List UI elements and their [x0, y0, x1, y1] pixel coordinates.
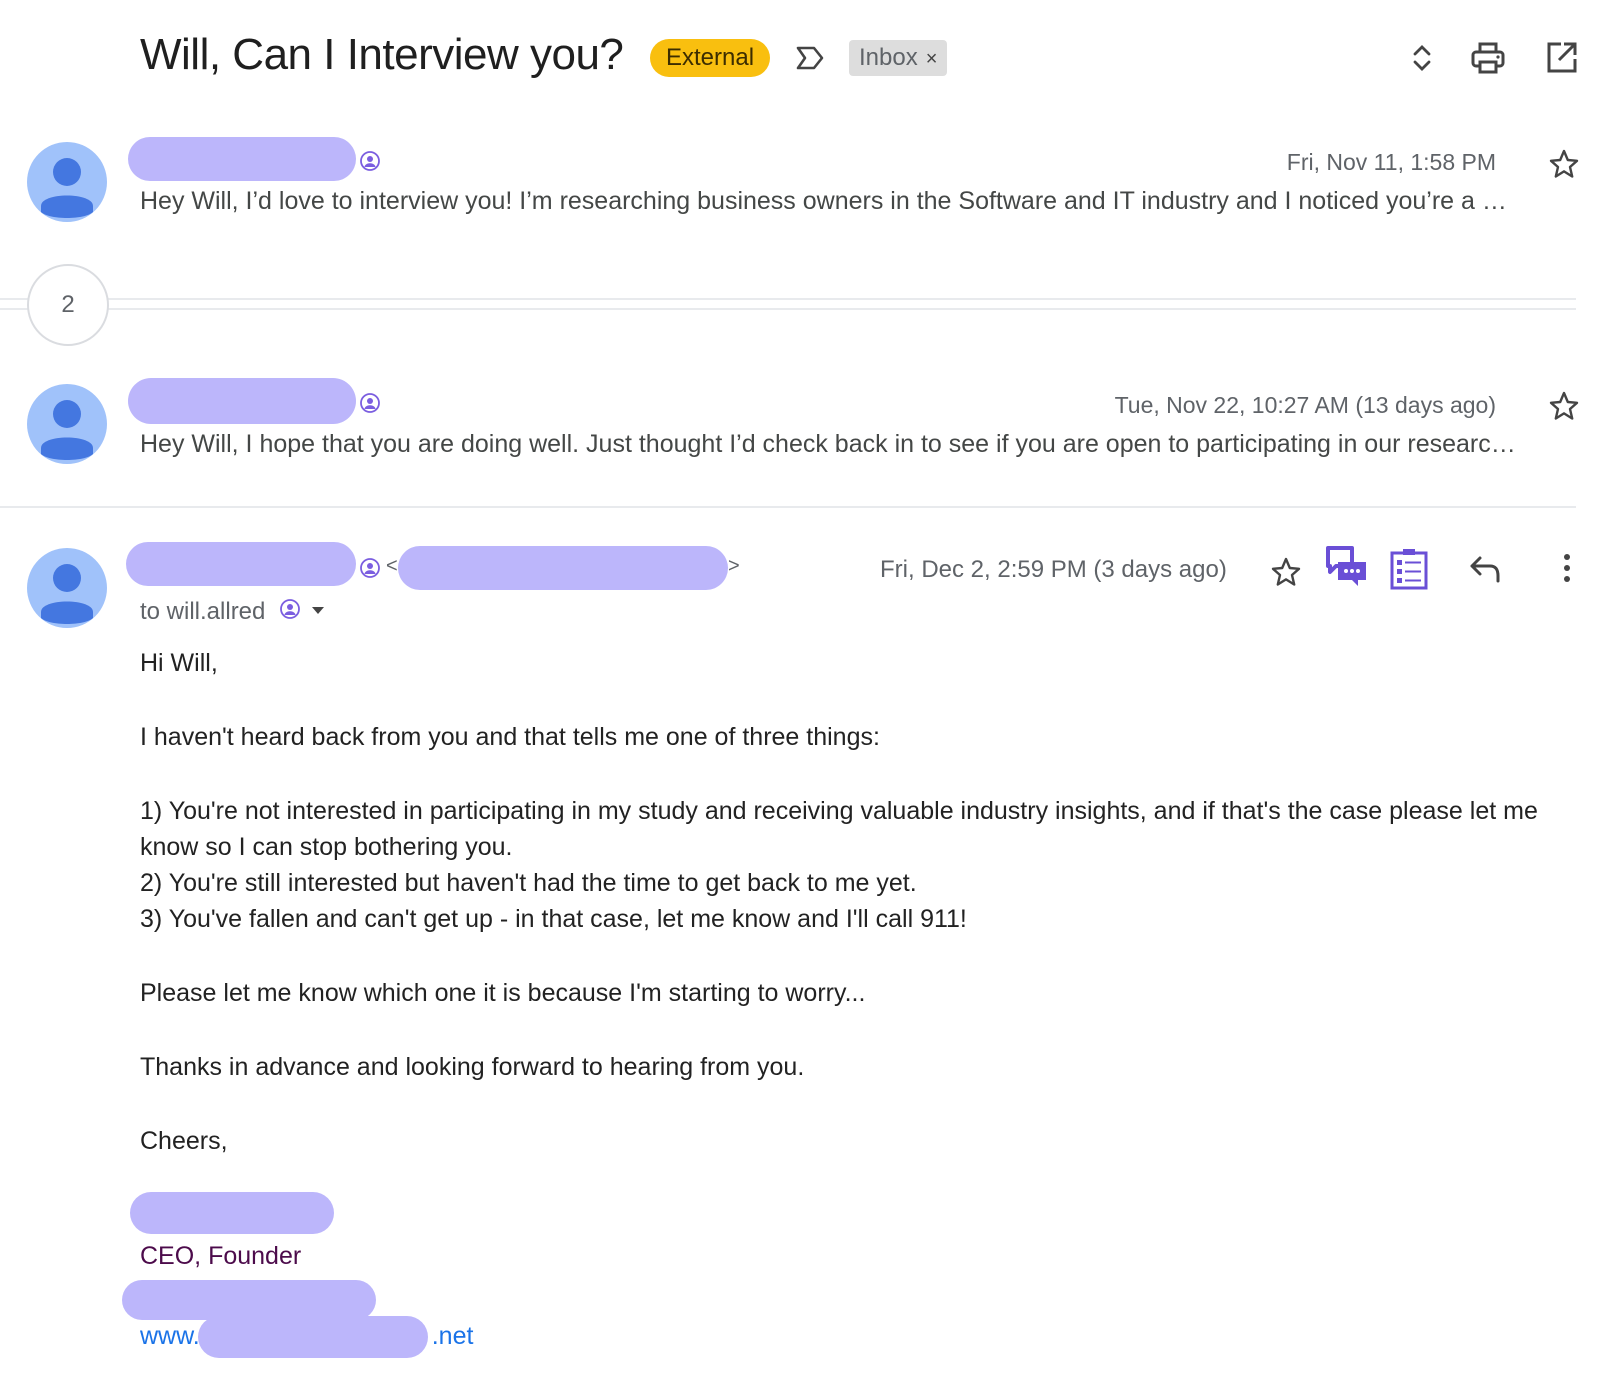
star-icon[interactable] — [1270, 556, 1302, 588]
redacted-sender-name — [128, 137, 356, 181]
collapsed-messages-count[interactable]: 2 — [27, 264, 109, 346]
message-date: Tue, Nov 22, 10:27 AM (13 days ago) — [1114, 392, 1496, 418]
body-intro: I haven't heard back from you and that t… — [140, 723, 880, 751]
verified-sender-icon — [360, 558, 380, 578]
verified-sender-icon — [360, 393, 380, 413]
star-icon[interactable] — [1548, 148, 1580, 180]
label-inbox-text: Inbox — [859, 44, 918, 71]
message-date: Fri, Nov 11, 1:58 PM — [1286, 149, 1496, 175]
chat-extension-icon[interactable] — [1326, 546, 1368, 588]
more-options-icon[interactable] — [1560, 552, 1574, 584]
website-suffix: .net — [431, 1322, 474, 1350]
recipient-line: to will.allred — [140, 598, 265, 626]
reply-icon[interactable] — [1468, 554, 1502, 584]
expand-collapse-icon[interactable] — [1404, 40, 1440, 76]
redacted-signature-company — [122, 1280, 376, 1320]
body-greeting: Hi Will, — [140, 649, 218, 677]
website-prefix: www. — [140, 1322, 200, 1350]
body-paragraph-thanks: Thanks in advance and looking forward to… — [140, 1053, 805, 1081]
open-in-new-window-icon[interactable] — [1544, 40, 1580, 76]
remove-label-icon[interactable]: × — [926, 48, 938, 70]
message-divider — [0, 506, 1576, 508]
label-important-icon[interactable] — [794, 42, 826, 74]
body-paragraph-worry: Please let me know which one it is becau… — [140, 979, 866, 1007]
email-subject: Will, Can I Interview you? — [140, 30, 624, 79]
sender-avatar[interactable] — [27, 384, 107, 464]
verified-sender-icon — [360, 151, 380, 171]
message-snippet[interactable]: Hey Will, I hope that you are doing well… — [140, 430, 1576, 459]
redacted-sender-name — [128, 378, 356, 424]
body-item-3: 3) You've fallen and can't get up - in t… — [140, 905, 967, 933]
redacted-sender-name — [126, 542, 356, 586]
body-item-1: 1) You're not interested in participatin… — [140, 797, 1538, 861]
label-external[interactable]: External — [650, 39, 771, 77]
body-item-2: 2) You're still interested but haven't h… — [140, 869, 917, 897]
verified-recipient-icon — [280, 599, 300, 619]
print-icon[interactable] — [1470, 40, 1506, 76]
redacted-website-domain — [198, 1316, 428, 1358]
label-inbox[interactable]: Inbox × — [849, 40, 948, 76]
message-body: Hi Will, I haven't heard back from you a… — [140, 645, 1580, 1159]
message-snippet[interactable]: Hey Will, I’d love to interview you! I’m… — [140, 187, 1576, 216]
show-details-dropdown-icon[interactable] — [310, 604, 326, 616]
email-bracket-open: < — [386, 555, 398, 577]
redacted-sender-email — [398, 546, 728, 590]
recipient-text: to will.allred — [140, 598, 266, 625]
sender-avatar[interactable] — [27, 142, 107, 222]
body-closing: Cheers, — [140, 1127, 228, 1155]
redacted-signature-name — [130, 1192, 334, 1234]
collapsed-divider-top — [0, 298, 1576, 300]
signature-title: CEO, Founder — [140, 1242, 302, 1270]
sender-avatar[interactable] — [27, 548, 107, 628]
email-bracket-close: > — [728, 555, 740, 577]
collapsed-divider-bottom — [0, 308, 1576, 310]
star-icon[interactable] — [1548, 390, 1580, 422]
message-date: Fri, Dec 2, 2:59 PM (3 days ago) — [880, 556, 1227, 583]
tasks-clipboard-icon[interactable] — [1390, 548, 1428, 590]
